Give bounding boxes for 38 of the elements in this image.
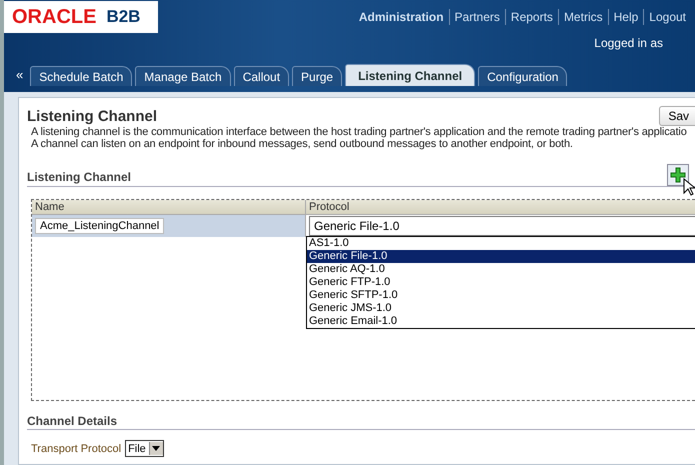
nav-link[interactable]: Help xyxy=(608,10,644,24)
nav-link[interactable]: Reports xyxy=(506,10,558,24)
tab[interactable]: Callout xyxy=(234,66,290,86)
logo: ORACLE B2B xyxy=(4,1,158,33)
table-row[interactable]: Acme_ListeningChannel Generic File-1.0 xyxy=(32,215,695,237)
dropdown-option[interactable]: Generic File-1.0 xyxy=(307,250,695,263)
description-text: A listening channel is the communication interface between the host trading partner's application and the remote trading partner's applicatio xyxy=(30,126,688,138)
scroll-left-button[interactable]: « xyxy=(16,67,28,86)
nav-link[interactable]: Metrics xyxy=(558,10,608,24)
tab[interactable]: Listening Channel xyxy=(345,64,476,86)
column-header: Name xyxy=(32,200,306,214)
add-button[interactable] xyxy=(667,164,689,186)
section-title: Channel Details xyxy=(27,414,695,430)
save-button[interactable]: Sav xyxy=(659,106,695,126)
user-status-text: Logged in as xyxy=(593,36,664,52)
column-header: Protocol xyxy=(308,200,350,214)
dropdown-option[interactable]: Generic JMS-1.0 xyxy=(307,302,695,315)
protocol-dropdown[interactable]: Generic File-1.0 xyxy=(309,216,695,236)
plus-icon xyxy=(670,167,686,183)
nav-link[interactable]: Logout xyxy=(644,10,691,24)
page-title: Listening Channel xyxy=(27,108,158,124)
nav-link[interactable]: Partners xyxy=(450,10,505,24)
transport-protocol-dropdown[interactable]: File xyxy=(125,440,164,457)
tab[interactable]: Manage Batch xyxy=(135,66,231,86)
field-label: Transport Protocol xyxy=(31,442,122,454)
dropdown-option[interactable]: Generic SFTP-1.0 xyxy=(307,289,695,302)
section-title: Listening Channel xyxy=(27,170,132,186)
tab[interactable]: Purge xyxy=(292,66,342,86)
tab[interactable]: Schedule Batch xyxy=(30,66,132,86)
caret-icon xyxy=(152,446,160,451)
nav-link[interactable]: Administration xyxy=(354,10,449,24)
description-text: A channel can listen on an endpoint for inbound messages, send outbound messages to another endpoint, or both. xyxy=(30,138,574,150)
dropdown-option[interactable]: AS1-1.0 xyxy=(307,237,695,250)
dropdown-option[interactable]: Generic FTP-1.0 xyxy=(307,276,695,289)
dropdown-option[interactable]: Generic AQ-1.0 xyxy=(307,263,695,276)
name-field[interactable]: Acme_ListeningChannel xyxy=(35,218,164,234)
dropdown-option[interactable]: Generic Email-1.0 xyxy=(307,315,695,328)
tab[interactable]: Configuration xyxy=(478,66,568,86)
